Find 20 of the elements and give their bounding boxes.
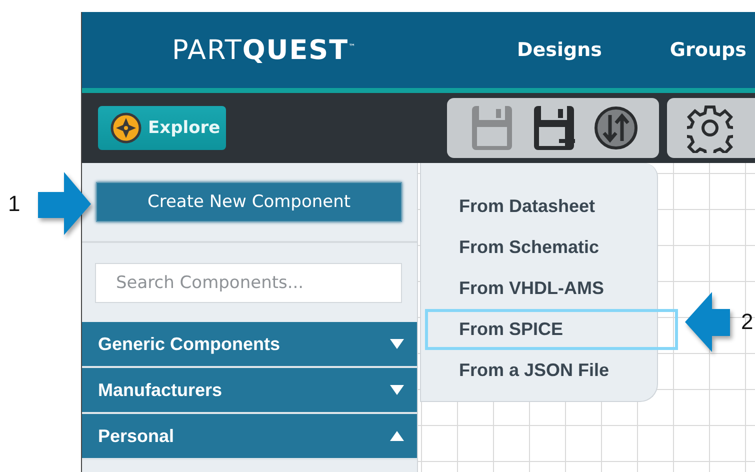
- accordion-header[interactable]: Manufacturers: [82, 368, 417, 414]
- menu-item[interactable]: From a JSON File: [425, 350, 678, 391]
- callout-number: 1: [8, 191, 20, 217]
- compass-icon: [110, 112, 142, 144]
- menu-item[interactable]: From VHDL-AMS: [425, 268, 678, 309]
- nav-link[interactable]: Groups: [670, 39, 746, 61]
- create-component-button[interactable]: Create New Component: [96, 182, 402, 222]
- callout-number: 2: [741, 309, 754, 335]
- menu-item[interactable]: From Datasheet: [425, 186, 678, 227]
- accordion-header[interactable]: Generic Components: [82, 322, 417, 368]
- logo: PARTQUEST$^{™}$: [172, 34, 358, 66]
- settings-icon[interactable]: [687, 103, 734, 153]
- menu-item[interactable]: From Schematic: [425, 227, 678, 268]
- accordion-header[interactable]: Personal: [82, 414, 417, 460]
- search-field[interactable]: Search Components...: [95, 263, 402, 303]
- nav-link[interactable]: Designs: [517, 39, 602, 61]
- save-as-icon[interactable]: [531, 103, 578, 153]
- arrow-icon: [685, 292, 731, 352]
- menu-item[interactable]: From SPICE: [425, 309, 678, 350]
- arrow-icon: [38, 172, 92, 236]
